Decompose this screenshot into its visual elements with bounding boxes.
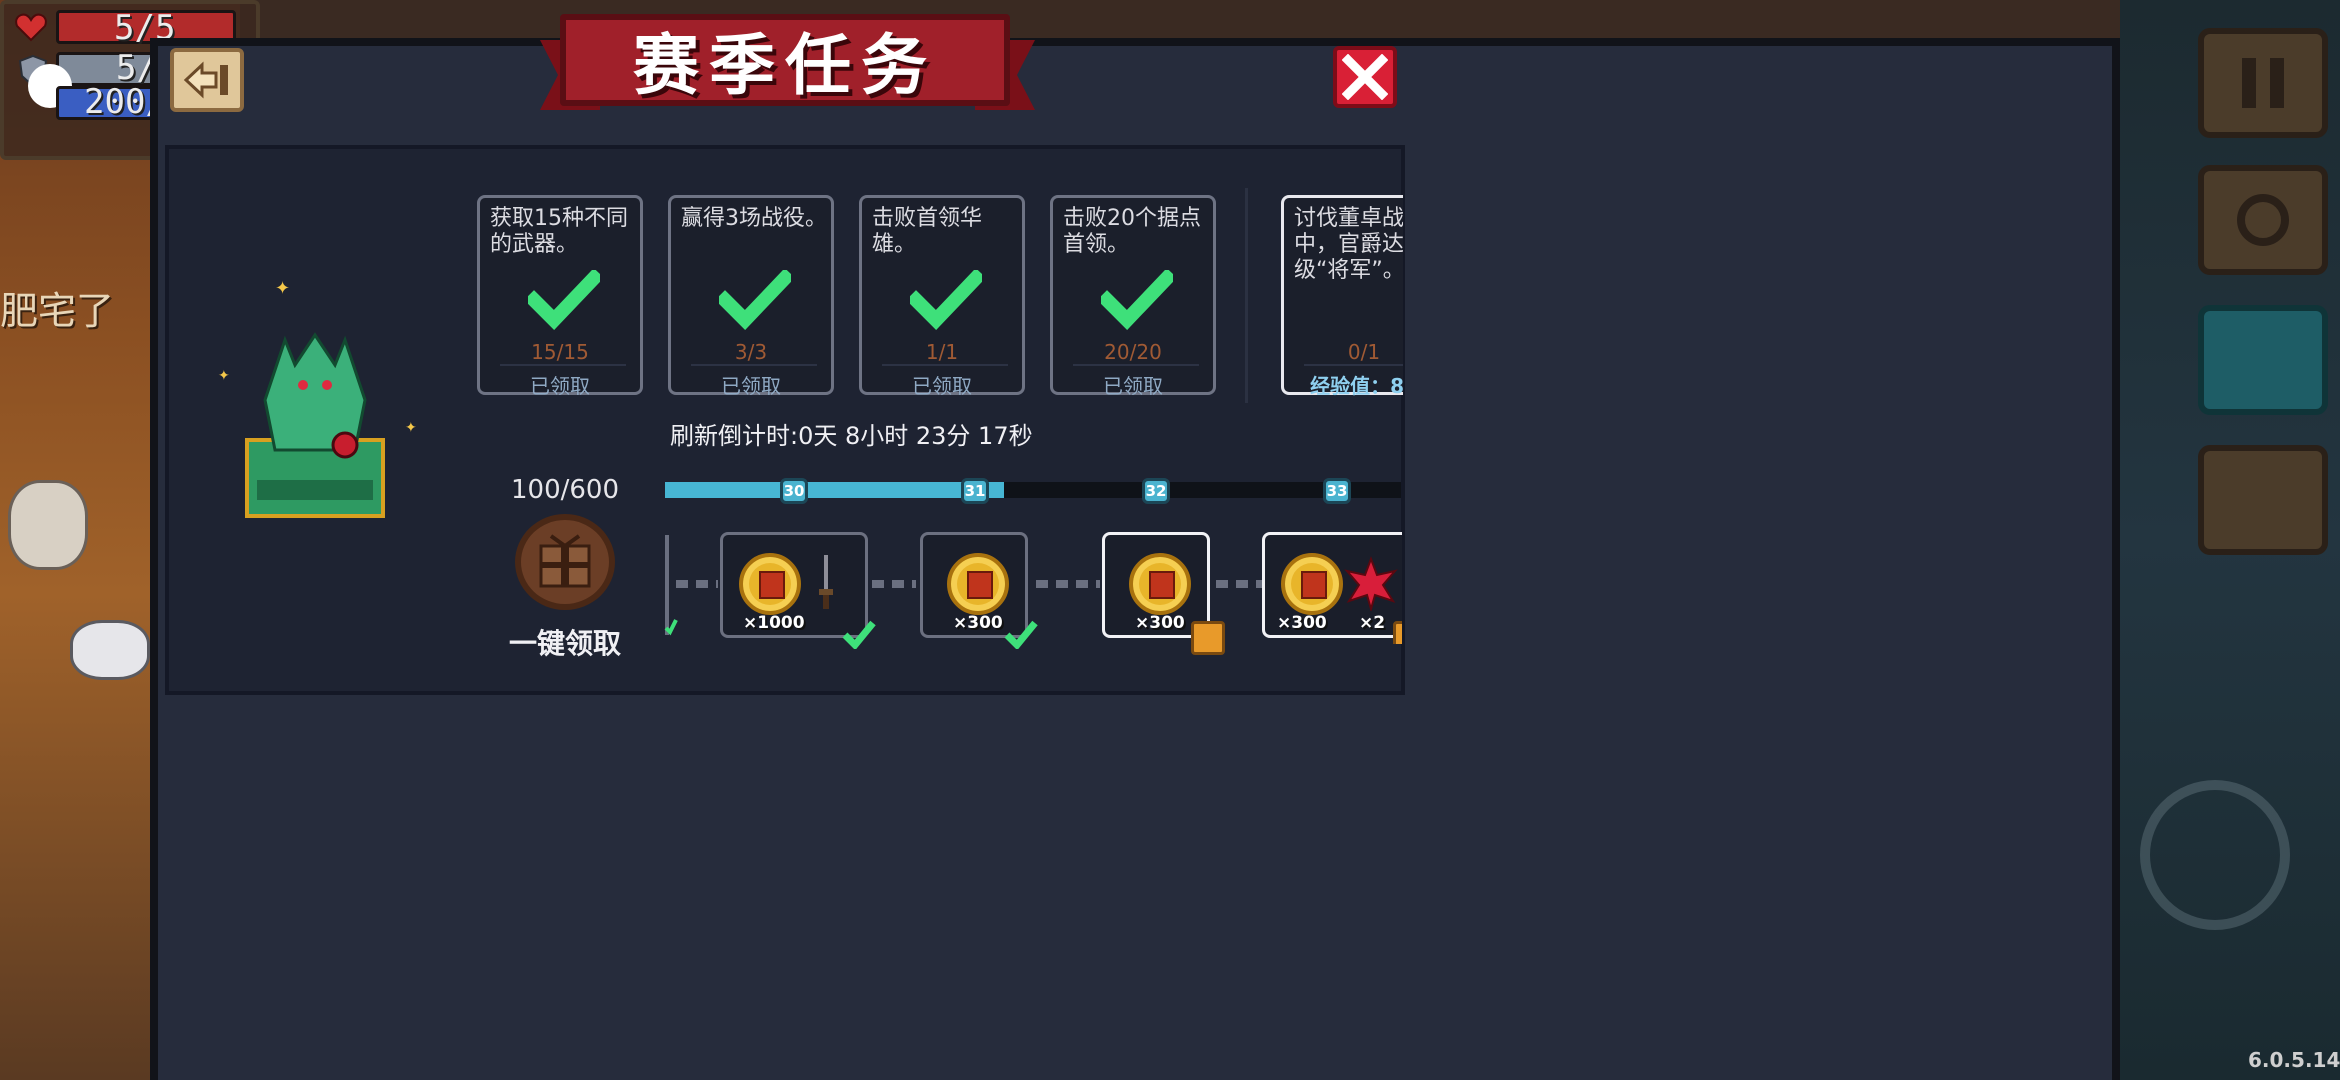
exit-button[interactable] — [2198, 445, 2328, 555]
quest-card[interactable]: 赢得3场战役。 3/3 已领取 — [668, 195, 834, 398]
card-divider — [1073, 364, 1199, 366]
sheep-pet — [70, 620, 150, 680]
quest-description: 击败首领华雄。 — [872, 206, 983, 257]
quest-progress: 15/15 — [531, 340, 589, 364]
check-icon — [719, 270, 791, 330]
quest-description: 赢得3场战役。 — [681, 206, 827, 231]
pause-button[interactable] — [2198, 28, 2328, 138]
sparkle-icon: ✦ — [218, 368, 230, 384]
check-icon — [1004, 620, 1038, 649]
check-icon — [842, 620, 876, 649]
skill-button[interactable] — [2198, 305, 2328, 415]
npc-speech-text: 肥宅了 — [0, 289, 115, 333]
reward-slot[interactable]: ×300 ×2 — [1262, 532, 1402, 644]
reward-quantity: ×300 — [953, 613, 1003, 633]
quest-card[interactable]: 击败首领华雄。 1/1 已领取 — [859, 195, 1025, 398]
quest-progress: 1/1 — [925, 340, 959, 364]
version-label: 6.0.5.14 — [2248, 1048, 2340, 1072]
reward-slot-clip: ×300 ×2 — [1262, 532, 1402, 644]
card-divider — [882, 364, 1008, 366]
reward-connector — [872, 580, 916, 588]
level-node: 33 — [1323, 478, 1351, 504]
sparkle-icon: ✦ — [275, 278, 291, 299]
level-track-fill — [665, 482, 1004, 498]
check-icon — [528, 270, 600, 330]
season-points: 100/600 — [510, 475, 619, 505]
claim-all-label: 一键领取 — [508, 627, 621, 660]
lock-icon — [1191, 621, 1225, 655]
reward-slot[interactable]: ×300 — [1102, 532, 1225, 655]
gem-coin-icon — [947, 553, 1009, 615]
section-divider — [1245, 188, 1248, 403]
quest-description: 讨伐董卓战役中，官爵达到6级“将军”。 — [1294, 206, 1403, 283]
reward-quantity: ×300 — [1135, 613, 1185, 633]
reward-slot[interactable]: ×1000 — [720, 532, 876, 649]
gem-coin-icon — [1281, 553, 1343, 615]
level-node: 32 — [1142, 478, 1170, 504]
gift-box-icon — [539, 534, 591, 588]
quest-status: 已领取 — [530, 374, 590, 398]
quest-progress: 20/20 — [1104, 340, 1162, 364]
check-icon — [664, 619, 678, 636]
swap-weapon-button[interactable] — [2198, 165, 2328, 275]
reward-slot[interactable]: ×300 — [920, 532, 1038, 649]
level-node: 31 — [961, 478, 989, 504]
reward-quantity: ×300 — [1277, 613, 1327, 633]
jade-dragon-statue-icon — [245, 332, 385, 518]
reward-connector — [1036, 580, 1100, 588]
quest-status: 已领取 — [721, 374, 781, 398]
quest-description: 击败20个据点首领。 — [1063, 206, 1201, 257]
reward-quantity: ×2 — [1359, 613, 1386, 633]
back-arrow-icon — [183, 61, 228, 99]
quest-status: 已领取 — [1103, 374, 1163, 398]
quest-status: 已领取 — [912, 374, 972, 398]
refresh-countdown: 刷新倒计时:0天 8小时 23分 17秒 — [670, 422, 1033, 450]
sparkle-icon: ✦ — [405, 420, 417, 436]
heart-icon — [14, 12, 48, 42]
quest-card[interactable]: 击败20个据点首领。 20/20 已领取 — [1050, 195, 1216, 398]
card-divider — [691, 364, 817, 366]
dialog-title: 赛季任务 — [633, 27, 937, 104]
quest-exp-reward: 经验值：80 — [1310, 374, 1403, 397]
gem-coin-icon — [739, 553, 801, 615]
lock-icon — [1393, 621, 1402, 644]
back-button[interactable] — [170, 48, 244, 112]
check-icon — [1101, 270, 1173, 330]
quest-description: 获取15种不同的武器。 — [490, 206, 628, 257]
reward-connector — [676, 580, 718, 588]
quest-card-clip: 讨伐董卓战役中，官爵达到6级“将军”。 0/1 经验值：80 — [1281, 195, 1403, 397]
card-divider — [500, 364, 626, 366]
check-icon — [910, 270, 982, 330]
reward-connector — [1216, 580, 1262, 588]
claim-all-button[interactable] — [515, 514, 615, 610]
red-leaf-icon — [1344, 556, 1398, 611]
card-divider — [1304, 364, 1403, 366]
close-button[interactable] — [1333, 46, 1397, 108]
quest-card[interactable]: 获取15种不同的武器。 15/15 已领取 — [477, 195, 643, 398]
weapon-icon — [819, 555, 833, 609]
npc-character — [8, 480, 88, 570]
reward-quantity: ×1000 — [743, 613, 805, 633]
quest-progress: 0/1 — [1347, 340, 1381, 364]
level-node: 30 — [780, 478, 808, 504]
quest-progress: 3/3 — [734, 340, 768, 364]
gem-coin-icon — [1129, 553, 1191, 615]
quest-card[interactable]: 讨伐董卓战役中，官爵达到6级“将军”。 0/1 经验值：80 — [1281, 195, 1403, 397]
close-icon — [1342, 54, 1388, 100]
aim-joystick-icon[interactable] — [2140, 780, 2290, 930]
